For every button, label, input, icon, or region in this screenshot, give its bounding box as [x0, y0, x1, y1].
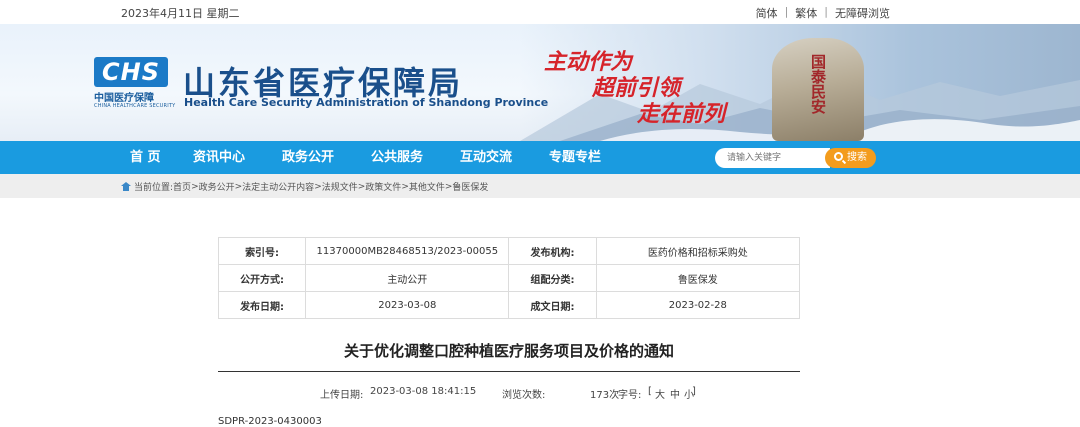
language-links: 简体 | 繁体 | 无障碍浏览 [756, 5, 890, 21]
link-traditional[interactable]: 繁体 [795, 5, 817, 21]
nav-news-center[interactable]: 资讯中心 [193, 141, 245, 174]
pub-date-label: 发布日期: [217, 291, 307, 319]
nav-public-service[interactable]: 公共服务 [371, 141, 423, 174]
breadcrumb-regulations[interactable]: 法规文件 [322, 180, 358, 193]
inscribed-stone: 国泰民安 [772, 38, 864, 141]
views-label: 浏览次数: [502, 390, 546, 401]
document-info-table: 索引号: 11370000MB28468513/2023-00055 发布机构:… [217, 237, 801, 319]
upload-value: 2023-03-08 18:41:15 [370, 386, 477, 397]
table-row: 索引号: 11370000MB28468513/2023-00055 发布机构:… [217, 237, 801, 265]
chs-logo[interactable]: CHS 中国医疗保障 CHINA HEALTHCARE SECURITY [94, 57, 175, 111]
search-button-label: 搜索 [847, 152, 867, 163]
fontsize-label: 字号: [618, 390, 642, 401]
index-label: 索引号: [217, 237, 307, 265]
breadcrumb-policy-docs[interactable]: 政策文件 [365, 180, 401, 193]
breadcrumb-separator: > [357, 181, 366, 192]
fontsize-bracket-close: ] [692, 386, 696, 397]
fontsize-bracket-open: [ [648, 386, 652, 397]
breadcrumb-separator: > [191, 181, 199, 192]
mode-value: 主动公开 [305, 264, 510, 292]
link-accessibility[interactable]: 无障碍浏览 [835, 5, 890, 21]
index-value: 11370000MB28468513/2023-00055 [305, 237, 510, 265]
fontsize-medium[interactable]: 中 [670, 386, 680, 401]
made-date-label: 成文日期: [508, 291, 597, 319]
article-title: 关于优化调整口腔种植医疗服务项目及价格的通知 [343, 342, 674, 360]
table-row: 公开方式: 主动公开 组配分类: 鲁医保发 [217, 264, 801, 292]
upload-label: 上传日期: [320, 390, 364, 401]
search-icon [834, 152, 843, 161]
document-code: SDPR-2023-0430003 [218, 416, 322, 427]
search-box: 搜索 [715, 148, 876, 168]
search-input[interactable] [715, 148, 830, 168]
breadcrumb-bar: 当前位置: 首页 > 政务公开 > 法定主动公开内容 > 法规文件 > 政策文件… [0, 174, 1080, 198]
publisher-label: 发布机构: [508, 237, 597, 265]
stone-inscription: 国泰民安 [809, 54, 827, 114]
breadcrumb-other-docs[interactable]: 其他文件 [409, 180, 445, 193]
site-subtitle: Health Care Security Administration of S… [184, 96, 549, 109]
header-banner: CHS 中国医疗保障 CHINA HEALTHCARE SECURITY 山东省… [0, 24, 1080, 141]
separator: | [784, 5, 789, 18]
breadcrumb-separator: > [314, 181, 322, 192]
breadcrumb-statutory[interactable]: 法定主动公开内容 [242, 180, 314, 193]
table-row: 发布日期: 2023-03-08 成文日期: 2023-02-28 [217, 291, 801, 319]
link-simplified[interactable]: 简体 [756, 5, 778, 21]
logo-cn-text: 中国医疗保障 [94, 93, 154, 104]
slogan-line-3: 走在前列 [637, 101, 726, 127]
nav-home[interactable]: 首 页 [130, 141, 161, 174]
views-value: 173次 [590, 390, 620, 401]
breadcrumb-separator: > [401, 181, 409, 192]
logo-en-text: CHINA HEALTHCARE SECURITY [94, 103, 176, 109]
home-icon [121, 182, 131, 191]
publisher-value: 医药价格和招标采购处 [595, 237, 801, 265]
top-bar: 2023年4月11日 星期二 简体 | 繁体 | 无障碍浏览 [0, 0, 1080, 24]
pub-date-value: 2023-03-08 [305, 291, 510, 319]
breadcrumb-home[interactable]: 首页 [173, 180, 191, 193]
category-value: 鲁医保发 [595, 264, 801, 292]
nav-gov-affairs[interactable]: 政务公开 [282, 141, 334, 174]
category-label: 组配分类: [508, 264, 597, 292]
nav-special-topics[interactable]: 专题专栏 [549, 141, 601, 174]
current-date: 2023年4月11日 星期二 [121, 7, 240, 20]
breadcrumb-gov-affairs[interactable]: 政务公开 [199, 180, 235, 193]
breadcrumb-separator: > [234, 181, 243, 192]
title-divider [218, 371, 800, 372]
breadcrumb: 当前位置: 首页 > 政务公开 > 法定主动公开内容 > 法规文件 > 政策文件… [121, 180, 488, 193]
search-button[interactable]: 搜索 [825, 148, 876, 168]
breadcrumb-separator: > [444, 181, 453, 192]
breadcrumb-current[interactable]: 鲁医保发 [452, 180, 488, 193]
separator: | [824, 5, 828, 18]
breadcrumb-label: 当前位置: [134, 183, 174, 193]
mode-label: 公开方式: [217, 264, 307, 292]
main-nav: 首 页 资讯中心 政务公开 公共服务 互动交流 专题专栏 搜索 [0, 141, 1080, 174]
logo-mark: CHS [94, 57, 168, 87]
made-date-value: 2023-02-28 [595, 291, 801, 319]
fontsize-large[interactable]: 大 [655, 386, 665, 401]
nav-interaction[interactable]: 互动交流 [460, 141, 512, 174]
